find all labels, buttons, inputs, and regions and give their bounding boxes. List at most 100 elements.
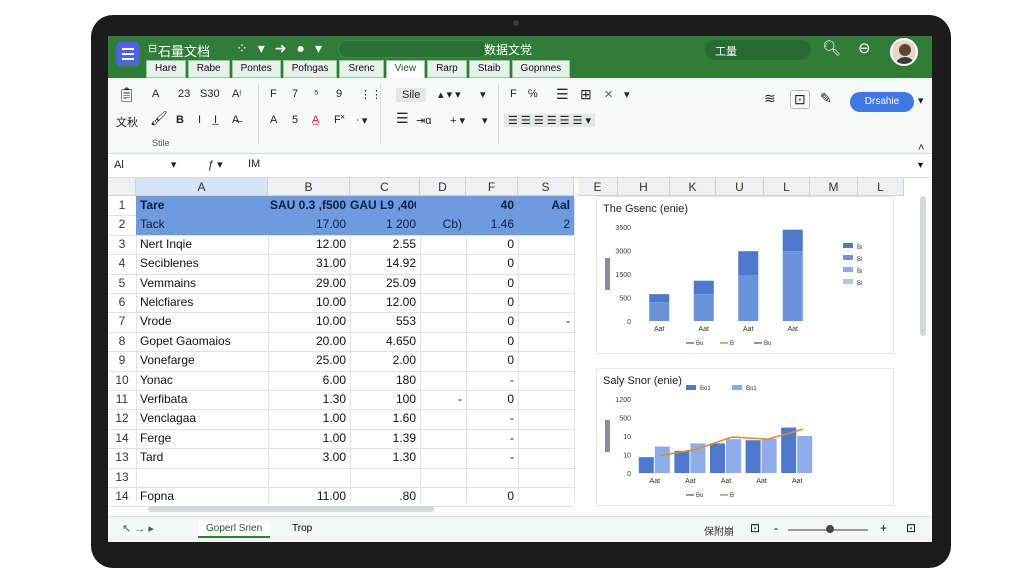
chevron-down-icon[interactable]: ▾ [315,40,322,57]
column-header[interactable]: B [268,178,350,196]
table-cell[interactable]: 1.30 [268,392,346,406]
tab-1[interactable]: Rabe [187,60,230,78]
table-cell[interactable]: Verfibata [140,392,266,406]
table-cell[interactable]: 1.60 [350,411,416,425]
table-cell[interactable]: 0 [466,256,514,270]
tab-7[interactable]: Staib [468,60,510,78]
wrap-icon[interactable]: ☰ [556,86,569,103]
table-cell[interactable]: Cb) [420,217,462,231]
table-cell[interactable]: Tard [140,450,266,464]
table-cell[interactable]: 553 [350,314,416,328]
column-header[interactable]: M [810,178,858,196]
table-cell[interactable]: 0 [466,314,514,328]
row-header[interactable]: 8 [108,334,136,348]
size-9[interactable]: 9 [336,88,342,100]
sheet-tab[interactable]: Trop [284,521,320,536]
fx-icon[interactable]: ƒ ▾ [208,158,223,171]
zoom-out-icon[interactable]: - [774,521,778,535]
row-header[interactable]: 12 [108,411,136,425]
table-cell[interactable]: Tack [140,217,266,231]
table-cell[interactable]: Aal [518,198,570,212]
table-cell[interactable]: 2 [518,217,570,231]
row-header[interactable]: 1 [108,198,136,212]
table-cell[interactable]: Fopna [140,489,266,503]
chevron-down-icon[interactable]: ▾ [258,40,265,57]
table-cell[interactable]: 1 200 [350,217,416,231]
table-cell[interactable]: Seciblenes [140,256,266,270]
table-cell[interactable]: 0 [466,353,514,367]
sheet-nav-icons[interactable]: ↖ → ▸ [122,522,154,535]
column-header[interactable]: S [518,178,574,196]
paste-icon[interactable]: 📋︎ [118,86,136,103]
name-box[interactable]: Al ▾ [114,158,184,171]
row-header[interactable]: 11 [108,392,136,406]
align-left-icon[interactable]: ☰ [396,110,409,127]
table-cell[interactable]: 1.30 [350,450,416,464]
table-cell[interactable]: Vonefarge [140,353,266,367]
font-dropdown-icon[interactable]: ▴ ▾ ▾ [438,88,461,101]
table-cell[interactable]: 10.00 [268,295,346,309]
table-cell[interactable]: Tare [140,198,266,212]
fullscreen-icon[interactable]: ⊡ [906,521,916,535]
expand-icon[interactable]: ▾ [918,160,923,171]
row-header[interactable]: 14 [108,489,136,503]
size-7[interactable]: 7 [292,88,298,100]
chevron-down-icon[interactable]: ▾ [480,88,486,101]
table-cell[interactable]: - [518,314,570,328]
row-header[interactable]: 7 [108,314,136,328]
column-header[interactable]: C [350,178,420,196]
table-cell[interactable]: 17.00 [268,217,346,231]
row-header[interactable]: 4 [108,256,136,270]
font-s30[interactable]: S30 [200,88,220,100]
table-cell[interactable]: Ferge [140,431,266,445]
font-name-select[interactable]: Sile [396,88,427,102]
column-header[interactable]: A [136,178,268,196]
vertical-scrollbar[interactable] [920,196,926,336]
title-search-pill[interactable] [338,40,488,58]
row-header[interactable]: 10 [108,373,136,387]
merge-icon[interactable]: ⊞ [580,86,592,103]
table-cell[interactable]: 1.46 [466,217,514,231]
column-header[interactable]: L [764,178,810,196]
tab-6[interactable]: Rarp [427,60,467,78]
close-icon[interactable]: ✕ [604,88,613,101]
present-icon[interactable]: ⊡ [790,90,810,109]
table-cell[interactable]: 11.00 [268,489,346,503]
table-cell[interactable]: 1.39 [350,431,416,445]
chart-2[interactable]: Saly Snor (enie) 1200 500 10 10 0 Aat Aat Aat Aa… [596,368,894,506]
table-cell[interactable]: Nert Inqie [140,237,266,251]
align-icon[interactable]: A [270,114,277,126]
table-cell[interactable]: 2.00 [350,353,416,367]
horizontal-scrollbar[interactable] [148,506,434,512]
table-cell[interactable]: Nelcfiares [140,295,266,309]
table-cell[interactable]: 1.00 [268,411,346,425]
table-cell[interactable]: 3.00 [268,450,346,464]
select-all-corner[interactable] [108,178,136,196]
table-cell[interactable]: 25.00 [268,353,346,367]
table-cell[interactable]: 20.00 [268,334,346,348]
table-cell[interactable]: 0 [466,489,514,503]
column-header[interactable]: F [466,178,518,196]
row-header[interactable]: 9 [108,353,136,367]
edit-icon[interactable]: ✎ [820,90,832,107]
chevron-down-icon[interactable]: ▾ [482,114,488,127]
column-header[interactable]: K [670,178,716,196]
table-cell[interactable]: 14.92 [350,256,416,270]
column-header[interactable]: E [578,178,618,196]
account-pill[interactable]: 工量 [705,40,811,60]
view-icon[interactable]: ⊡ [750,521,760,535]
column-header[interactable]: L [858,178,904,196]
indent-icon[interactable]: ⇥ɑ [416,114,431,127]
table-cell[interactable]: - [420,392,462,406]
font-color-icon[interactable]: A̲ [312,114,319,126]
table-cell[interactable]: 1.00 [268,431,346,445]
table-cell[interactable]: .80 [350,489,416,503]
row-header[interactable]: 5 [108,276,136,290]
tab-3[interactable]: Pofngas [282,60,338,78]
superscript-icon[interactable]: ⁵ [314,88,319,100]
table-cell[interactable]: Yonac [140,373,266,387]
share-button[interactable]: Drsahie [850,92,914,112]
table-cell[interactable]: - [466,450,514,464]
add-icon[interactable]: + ▾ [450,114,465,127]
table-cell[interactable]: Gopet Gaomaios [140,334,266,348]
